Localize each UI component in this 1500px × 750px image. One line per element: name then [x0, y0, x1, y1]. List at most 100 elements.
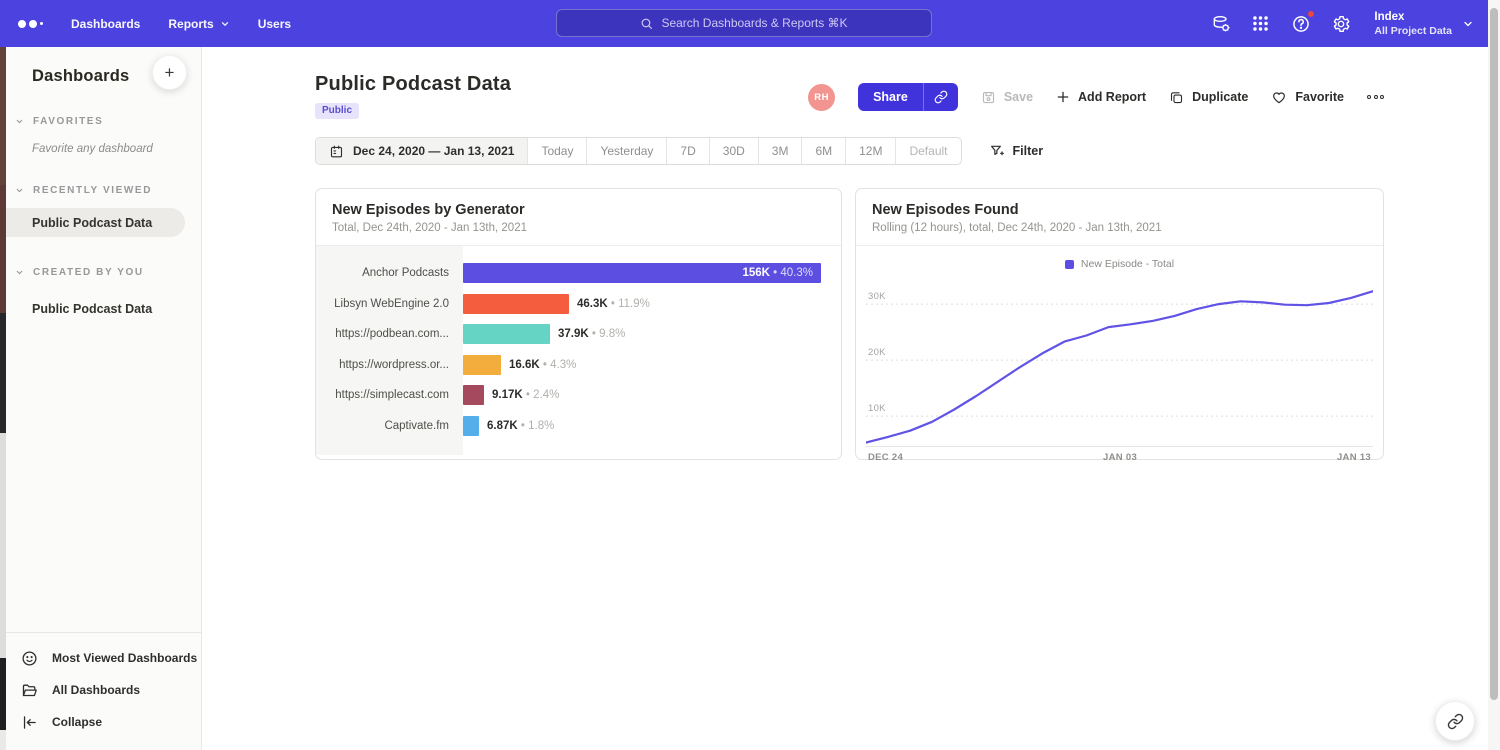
collapse-icon: [21, 714, 38, 731]
section-recently-viewed-header[interactable]: RECENTLY VIEWED: [0, 185, 201, 196]
line-chart-card[interactable]: New Episodes Found Rolling (12 hours), t…: [855, 188, 1384, 460]
bar-chart-subtitle: Total, Dec 24th, 2020 - Jan 13th, 2021: [332, 222, 825, 234]
chevron-down-icon: [15, 186, 24, 195]
all-dashboards-button[interactable]: All Dashboards: [0, 674, 201, 706]
chevron-down-icon: [1462, 18, 1474, 30]
duplicate-icon: [1169, 90, 1184, 105]
bar-value-label: 9.17K • 2.4%: [492, 389, 559, 401]
public-badge: Public: [315, 103, 359, 119]
nav-reports-label: Reports: [168, 17, 213, 31]
favorite-button[interactable]: Favorite: [1271, 89, 1344, 105]
collapse-sidebar-button[interactable]: Collapse: [0, 706, 201, 738]
date-range-button[interactable]: Dec 24, 2020 — Jan 13, 2021: [316, 138, 527, 164]
scrollbar-thumb[interactable]: [1490, 8, 1498, 700]
preset-7d[interactable]: 7D: [666, 138, 708, 164]
search-input[interactable]: Search Dashboards & Reports ⌘K: [556, 9, 932, 37]
bar-fill[interactable]: [463, 355, 501, 375]
sidebar: Dashboards + FAVORITES Favorite any dash…: [0, 47, 202, 750]
preset-12m[interactable]: 12M: [845, 138, 895, 164]
bar-chart: Anchor Podcasts156K • 40.3%Libsyn WebEng…: [316, 246, 841, 455]
preset-3m[interactable]: 3M: [758, 138, 802, 164]
y-axis-label: 20K: [868, 347, 886, 358]
smiley-icon: [21, 650, 38, 667]
heart-icon: [1271, 89, 1287, 105]
share-button[interactable]: Share: [858, 83, 923, 111]
date-range-label: Dec 24, 2020 — Jan 13, 2021: [353, 144, 514, 158]
data-management-icon[interactable]: [1210, 13, 1231, 34]
folder-icon: [21, 682, 38, 699]
help-icon[interactable]: [1290, 13, 1311, 34]
project-name: Index: [1374, 10, 1452, 24]
nav-users-label: Users: [258, 17, 291, 31]
bar-chart-title: New Episodes by Generator: [332, 202, 825, 218]
bar-fill[interactable]: [463, 294, 569, 314]
bar-fill[interactable]: [463, 324, 550, 344]
line-series[interactable]: [866, 291, 1373, 442]
sidebar-item-public-podcast-data-2[interactable]: Public Podcast Data: [0, 294, 201, 323]
bar-value-label: 156K • 40.3%: [742, 267, 813, 279]
sidebar-item-public-podcast-data[interactable]: Public Podcast Data: [0, 208, 185, 237]
preset-today[interactable]: Today: [527, 138, 586, 164]
preset-6m[interactable]: 6M: [801, 138, 845, 164]
more-options-button[interactable]: [1367, 91, 1384, 103]
apps-grid-icon[interactable]: [1250, 13, 1271, 34]
nav-users[interactable]: Users: [258, 17, 291, 31]
line-chart-title: New Episodes Found: [872, 202, 1367, 218]
x-axis-label: JAN 13: [1337, 452, 1371, 463]
bar-category-label: https://podbean.com...: [316, 328, 463, 340]
filter-button[interactable]: Filter: [989, 143, 1044, 159]
date-toolbar: Dec 24, 2020 — Jan 13, 2021 TodayYesterd…: [315, 137, 1384, 165]
main-content: Public Podcast Data Public RH Share Save: [202, 47, 1500, 750]
sidebar-footer: Most Viewed Dashboards All Dashboards Co…: [0, 632, 201, 750]
x-axis-labels: DEC 24JAN 03JAN 13: [866, 452, 1373, 463]
duplicate-label: Duplicate: [1192, 90, 1248, 104]
bar-category-label: Libsyn WebEngine 2.0: [316, 298, 463, 310]
section-label: CREATED BY YOU: [33, 267, 144, 278]
section-favorites: FAVORITES Favorite any dashboard: [0, 116, 201, 155]
most-viewed-dashboards-button[interactable]: Most Viewed Dashboards: [0, 642, 201, 674]
bar-chart-card[interactable]: New Episodes by Generator Total, Dec 24t…: [315, 188, 842, 460]
x-axis-label: JAN 03: [1103, 452, 1137, 463]
bar-fill[interactable]: 156K • 40.3%: [463, 263, 821, 283]
section-created-by-you: CREATED BY YOU Public Podcast Data: [0, 267, 201, 323]
mixpanel-logo-icon[interactable]: [18, 20, 43, 28]
save-button[interactable]: Save: [981, 90, 1033, 105]
footer-item-label: Collapse: [52, 715, 102, 729]
bar-fill[interactable]: [463, 416, 479, 436]
section-created-by-you-header[interactable]: CREATED BY YOU: [0, 267, 201, 278]
line-chart-legend: New Episode - Total: [866, 255, 1373, 273]
bar-value-label: 37.9K • 9.8%: [558, 328, 625, 340]
line-chart-svg: [866, 280, 1373, 447]
duplicate-button[interactable]: Duplicate: [1169, 90, 1248, 105]
calendar-icon: [329, 144, 344, 159]
legend-swatch: [1065, 260, 1074, 269]
plus-icon: +: [165, 63, 175, 83]
nav-dashboards[interactable]: Dashboards: [71, 17, 140, 31]
bar-fill[interactable]: [463, 385, 484, 405]
legend-label: New Episode - Total: [1081, 258, 1174, 270]
filter-funnel-icon: [989, 143, 1005, 159]
add-dashboard-button[interactable]: +: [152, 55, 187, 90]
preset-yesterday[interactable]: Yesterday: [586, 138, 666, 164]
settings-gear-icon[interactable]: [1330, 13, 1351, 34]
favorites-empty-text: Favorite any dashboard: [0, 143, 201, 155]
bar-row[interactable]: Captivate.fm6.87K • 1.8%: [316, 411, 841, 442]
line-chart-plot: 10K20K30K: [866, 280, 1373, 447]
search-icon: [640, 17, 653, 30]
add-report-label: Add Report: [1078, 90, 1146, 104]
copy-link-button[interactable]: [923, 83, 958, 111]
section-recently-viewed: RECENTLY VIEWED Public Podcast Data: [0, 185, 201, 237]
add-report-button[interactable]: Add Report: [1056, 90, 1146, 104]
bar-row[interactable]: https://wordpress.or...16.6K • 4.3%: [316, 350, 841, 381]
avatar[interactable]: RH: [808, 84, 835, 111]
section-favorites-header[interactable]: FAVORITES: [0, 116, 201, 127]
bar-row[interactable]: Anchor Podcasts156K • 40.3%: [316, 258, 841, 289]
nav-reports[interactable]: Reports: [168, 17, 229, 31]
preset-30d[interactable]: 30D: [709, 138, 758, 164]
preset-default[interactable]: Default: [895, 138, 960, 164]
bar-row[interactable]: https://simplecast.com9.17K • 2.4%: [316, 380, 841, 411]
bar-row[interactable]: https://podbean.com... 37.9K • 9.8%: [316, 319, 841, 350]
bar-row[interactable]: Libsyn WebEngine 2.046.3K • 11.9%: [316, 289, 841, 320]
floating-link-button[interactable]: [1435, 701, 1475, 741]
project-switcher[interactable]: Index All Project Data: [1374, 10, 1474, 36]
